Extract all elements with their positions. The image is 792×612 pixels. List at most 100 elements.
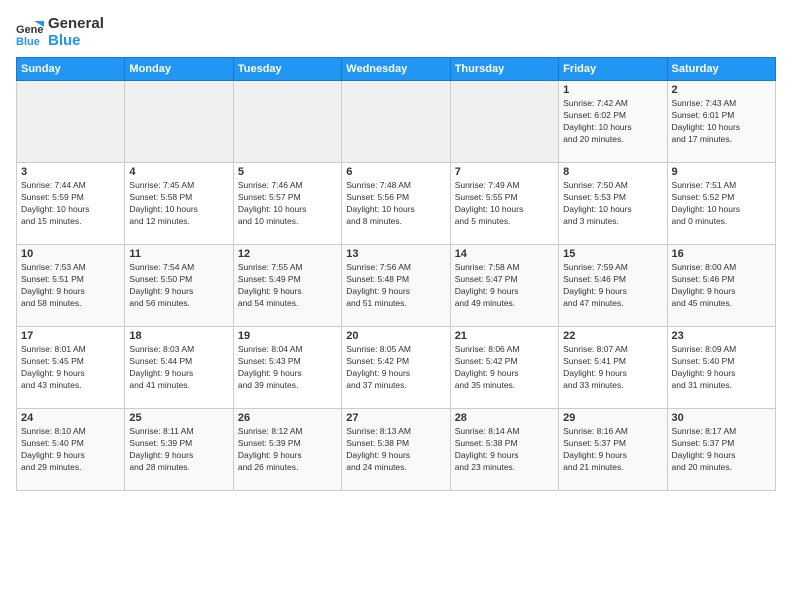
day-number: 12 <box>238 248 337 260</box>
day-cell <box>233 81 341 163</box>
week-row-3: 17 Sunrise: 8:01 AM Sunset: 5:45 PM Dayli… <box>17 327 776 409</box>
page: General Blue General Blue SundayMondayTu… <box>0 0 792 612</box>
logo-icon: General Blue <box>16 19 44 47</box>
day-number: 6 <box>346 166 445 178</box>
day-number: 15 <box>563 248 662 260</box>
day-info: Sunrise: 7:44 AM Sunset: 5:59 PM Dayligh… <box>21 180 120 228</box>
day-cell <box>342 81 450 163</box>
day-info: Sunrise: 8:14 AM Sunset: 5:38 PM Dayligh… <box>455 426 554 474</box>
day-cell: 10Sunrise: 7:53 AM Sunset: 5:51 PM Dayli… <box>17 245 125 327</box>
header: General Blue General Blue <box>16 16 776 49</box>
day-cell: 12 Sunrise: 7:55 AM Sunset: 5:49 PM Dayli… <box>233 245 341 327</box>
day-cell: 23 Sunrise: 8:09 AM Sunset: 5:40 PM Dayli… <box>667 327 775 409</box>
day-info: Sunrise: 7:56 AM Sunset: 5:48 PM Dayligh… <box>346 262 445 310</box>
day-number: 19 <box>238 330 337 342</box>
day-cell <box>450 81 558 163</box>
calendar: SundayMondayTuesdayWednesdayThursdayFrid… <box>16 57 776 491</box>
day-cell: 27Sunrise: 8:13 AM Sunset: 5:38 PM Dayli… <box>342 409 450 491</box>
day-number: 10 <box>21 248 120 260</box>
day-cell <box>125 81 233 163</box>
svg-text:Blue: Blue <box>16 36 40 47</box>
day-cell: 5 Sunrise: 7:46 AM Sunset: 5:57 PM Daylig… <box>233 163 341 245</box>
day-cell: 18 Sunrise: 8:03 AM Sunset: 5:44 PM Dayli… <box>125 327 233 409</box>
svg-text:General: General <box>16 24 44 36</box>
day-number: 14 <box>455 248 554 260</box>
day-info: Sunrise: 8:11 AM Sunset: 5:39 PM Dayligh… <box>129 426 228 474</box>
day-cell: 3 Sunrise: 7:44 AM Sunset: 5:59 PM Daylig… <box>17 163 125 245</box>
day-cell: 22Sunrise: 8:07 AM Sunset: 5:41 PM Dayli… <box>559 327 667 409</box>
day-number: 11 <box>129 248 228 260</box>
day-info: Sunrise: 8:06 AM Sunset: 5:42 PM Dayligh… <box>455 344 554 392</box>
day-number: 7 <box>455 166 554 178</box>
logo: General Blue General Blue <box>16 16 104 49</box>
day-cell: 14 Sunrise: 7:58 AM Sunset: 5:47 PM Dayli… <box>450 245 558 327</box>
day-cell: 7 Sunrise: 7:49 AM Sunset: 5:55 PM Daylig… <box>450 163 558 245</box>
weekday-header-tuesday: Tuesday <box>233 58 341 81</box>
day-number: 1 <box>563 84 662 96</box>
day-number: 25 <box>129 412 228 424</box>
weekday-header-saturday: Saturday <box>667 58 775 81</box>
day-info: Sunrise: 8:12 AM Sunset: 5:39 PM Dayligh… <box>238 426 337 474</box>
day-number: 5 <box>238 166 337 178</box>
day-number: 20 <box>346 330 445 342</box>
day-info: Sunrise: 7:45 AM Sunset: 5:58 PM Dayligh… <box>129 180 228 228</box>
logo-general: General <box>48 16 104 33</box>
day-cell: 25 Sunrise: 8:11 AM Sunset: 5:39 PM Dayli… <box>125 409 233 491</box>
day-info: Sunrise: 7:55 AM Sunset: 5:49 PM Dayligh… <box>238 262 337 310</box>
day-number: 16 <box>672 248 771 260</box>
week-row-0: 1 Sunrise: 7:42 AM Sunset: 6:02 PM Daylig… <box>17 81 776 163</box>
day-cell: 20 Sunrise: 8:05 AM Sunset: 5:42 PM Dayli… <box>342 327 450 409</box>
day-number: 18 <box>129 330 228 342</box>
day-cell: 15Sunrise: 7:59 AM Sunset: 5:46 PM Dayli… <box>559 245 667 327</box>
weekday-header-thursday: Thursday <box>450 58 558 81</box>
day-info: Sunrise: 8:01 AM Sunset: 5:45 PM Dayligh… <box>21 344 120 392</box>
day-number: 4 <box>129 166 228 178</box>
day-number: 8 <box>563 166 662 178</box>
day-info: Sunrise: 7:58 AM Sunset: 5:47 PM Dayligh… <box>455 262 554 310</box>
day-info: Sunrise: 7:49 AM Sunset: 5:55 PM Dayligh… <box>455 180 554 228</box>
day-number: 23 <box>672 330 771 342</box>
day-info: Sunrise: 8:16 AM Sunset: 5:37 PM Dayligh… <box>563 426 662 474</box>
day-cell: 28 Sunrise: 8:14 AM Sunset: 5:38 PM Dayli… <box>450 409 558 491</box>
day-cell: 6 Sunrise: 7:48 AM Sunset: 5:56 PM Daylig… <box>342 163 450 245</box>
day-info: Sunrise: 7:51 AM Sunset: 5:52 PM Dayligh… <box>672 180 771 228</box>
day-cell: 13 Sunrise: 7:56 AM Sunset: 5:48 PM Dayli… <box>342 245 450 327</box>
day-info: Sunrise: 7:46 AM Sunset: 5:57 PM Dayligh… <box>238 180 337 228</box>
day-cell: 30Sunrise: 8:17 AM Sunset: 5:37 PM Dayli… <box>667 409 775 491</box>
day-info: Sunrise: 8:05 AM Sunset: 5:42 PM Dayligh… <box>346 344 445 392</box>
day-cell: 26 Sunrise: 8:12 AM Sunset: 5:39 PM Dayli… <box>233 409 341 491</box>
day-info: Sunrise: 7:42 AM Sunset: 6:02 PM Dayligh… <box>563 98 662 146</box>
day-info: Sunrise: 8:09 AM Sunset: 5:40 PM Dayligh… <box>672 344 771 392</box>
day-info: Sunrise: 8:04 AM Sunset: 5:43 PM Dayligh… <box>238 344 337 392</box>
day-info: Sunrise: 7:48 AM Sunset: 5:56 PM Dayligh… <box>346 180 445 228</box>
week-row-1: 3 Sunrise: 7:44 AM Sunset: 5:59 PM Daylig… <box>17 163 776 245</box>
day-number: 28 <box>455 412 554 424</box>
day-number: 29 <box>563 412 662 424</box>
day-info: Sunrise: 7:43 AM Sunset: 6:01 PM Dayligh… <box>672 98 771 146</box>
day-number: 3 <box>21 166 120 178</box>
day-info: Sunrise: 8:03 AM Sunset: 5:44 PM Dayligh… <box>129 344 228 392</box>
day-cell: 16Sunrise: 8:00 AM Sunset: 5:46 PM Dayli… <box>667 245 775 327</box>
day-cell: 11 Sunrise: 7:54 AM Sunset: 5:50 PM Dayli… <box>125 245 233 327</box>
day-number: 2 <box>672 84 771 96</box>
week-row-2: 10Sunrise: 7:53 AM Sunset: 5:51 PM Dayli… <box>17 245 776 327</box>
day-number: 26 <box>238 412 337 424</box>
day-cell: 21 Sunrise: 8:06 AM Sunset: 5:42 PM Dayli… <box>450 327 558 409</box>
day-cell: 4 Sunrise: 7:45 AM Sunset: 5:58 PM Daylig… <box>125 163 233 245</box>
day-number: 27 <box>346 412 445 424</box>
day-number: 30 <box>672 412 771 424</box>
day-cell: 24Sunrise: 8:10 AM Sunset: 5:40 PM Dayli… <box>17 409 125 491</box>
day-number: 9 <box>672 166 771 178</box>
weekday-header-row: SundayMondayTuesdayWednesdayThursdayFrid… <box>17 58 776 81</box>
day-cell: 29 Sunrise: 8:16 AM Sunset: 5:37 PM Dayli… <box>559 409 667 491</box>
weekday-header-monday: Monday <box>125 58 233 81</box>
day-info: Sunrise: 7:54 AM Sunset: 5:50 PM Dayligh… <box>129 262 228 310</box>
day-number: 17 <box>21 330 120 342</box>
day-cell: 19 Sunrise: 8:04 AM Sunset: 5:43 PM Dayli… <box>233 327 341 409</box>
weekday-header-sunday: Sunday <box>17 58 125 81</box>
day-cell: 8Sunrise: 7:50 AM Sunset: 5:53 PM Daylig… <box>559 163 667 245</box>
day-number: 13 <box>346 248 445 260</box>
day-number: 21 <box>455 330 554 342</box>
weekday-header-friday: Friday <box>559 58 667 81</box>
weekday-header-wednesday: Wednesday <box>342 58 450 81</box>
